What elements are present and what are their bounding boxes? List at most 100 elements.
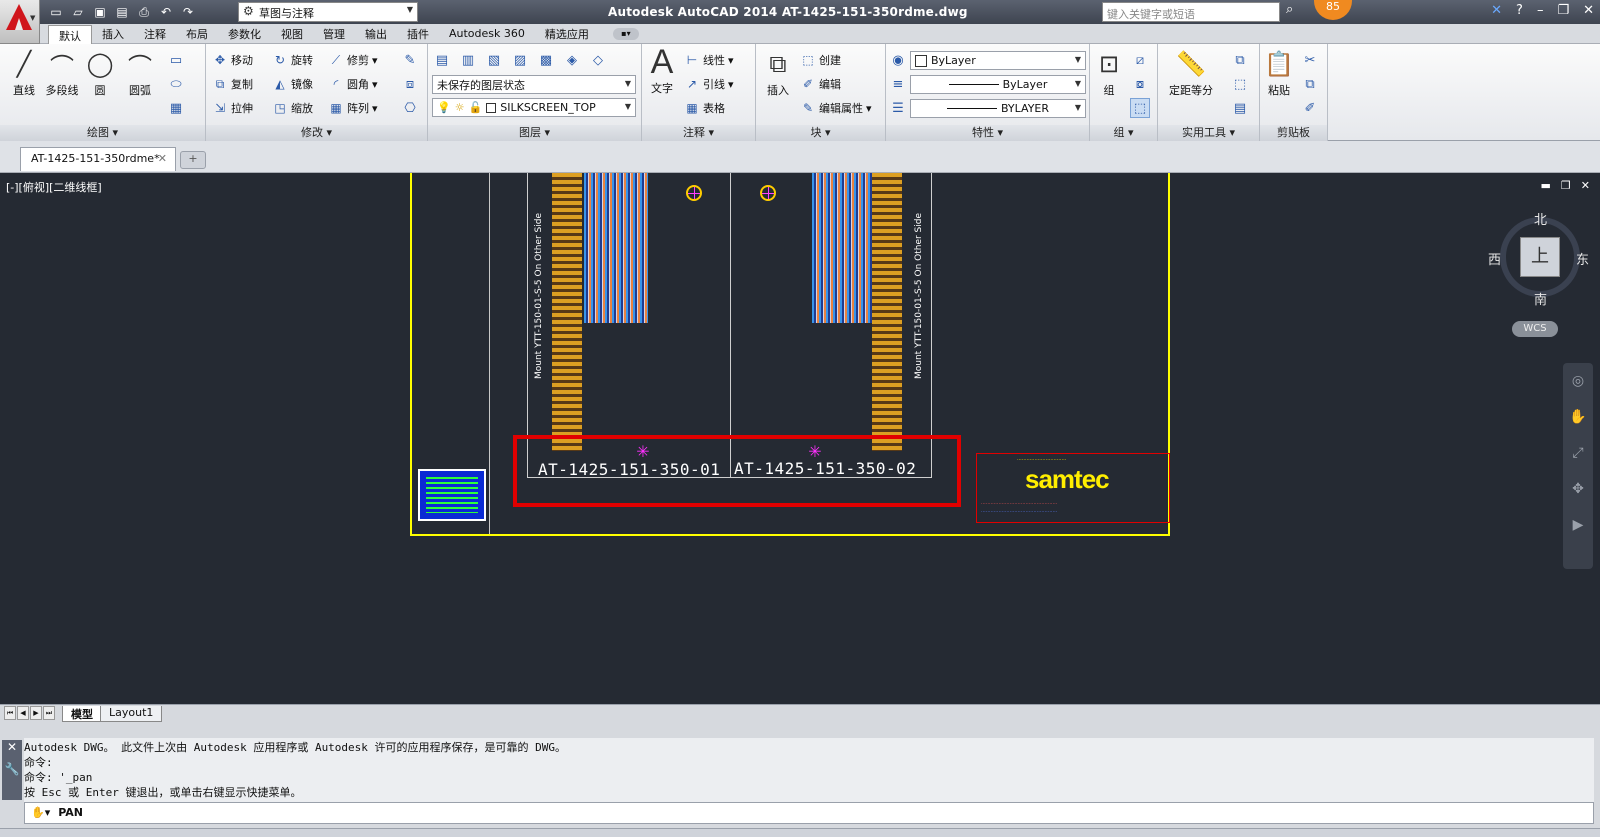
restore-icon[interactable]: ❐ — [1561, 179, 1571, 192]
document-tab[interactable]: AT-1425-151-350rdme* ✕ — [20, 147, 176, 171]
open-icon[interactable]: ▱ — [68, 3, 88, 21]
pan-icon[interactable]: ✋ — [1563, 399, 1593, 435]
compass-west[interactable]: 西 — [1488, 249, 1501, 268]
layer-lock-icon[interactable]: ◇ — [588, 50, 608, 70]
mirror-button[interactable]: ◭ 镜像 — [272, 74, 313, 94]
linear-button[interactable]: ⊢ 线性 ▾ — [684, 50, 734, 70]
rectangle-icon[interactable]: ▭ — [166, 50, 186, 70]
hatch-icon[interactable]: ▦ — [166, 98, 186, 118]
search-input[interactable]: 键入关键字或短语 — [1102, 2, 1280, 22]
save-as-icon[interactable]: ▤ — [112, 3, 132, 21]
next-layout-icon[interactable]: ▶ — [30, 706, 42, 720]
tab-view[interactable]: 视图 — [271, 24, 313, 44]
close-icon[interactable]: ✕ — [158, 152, 167, 165]
group-edit-icon[interactable]: ⧇ — [1130, 74, 1150, 94]
print-icon[interactable]: ⎙ — [134, 3, 154, 21]
compass-north[interactable]: 北 — [1534, 209, 1547, 228]
edit-block-button[interactable]: ✐ 编辑 — [800, 74, 841, 94]
steering-wheel-icon[interactable]: ◎ — [1563, 363, 1593, 399]
minimize-icon[interactable]: ▬ — [1541, 179, 1551, 192]
paste-button[interactable]: 📋 粘贴 — [1262, 48, 1296, 98]
panel-modify-label[interactable]: 修改 ▾ — [206, 125, 427, 141]
new-icon[interactable]: ▭ — [46, 3, 66, 21]
layer-match-icon[interactable]: ▧ — [484, 50, 504, 70]
orbit-icon[interactable]: ✥ — [1563, 471, 1593, 507]
create-block-button[interactable]: ⬚ 创建 — [800, 50, 841, 70]
panel-annotation-label[interactable]: 注释 ▾ — [642, 125, 755, 141]
scale-button[interactable]: ◳ 缩放 — [272, 98, 313, 118]
layer-properties-icon[interactable]: ▤ — [432, 50, 452, 70]
layer-freeze-icon[interactable]: ▩ — [536, 50, 556, 70]
layer-isolate-icon[interactable]: ▨ — [510, 50, 530, 70]
workspace-dropdown[interactable]: ⚙ 草图与注释 ▼ — [238, 2, 418, 22]
wrench-icon[interactable]: 🔧 — [2, 762, 22, 776]
panel-properties-label[interactable]: 特性 ▾ — [886, 125, 1089, 141]
copy-button[interactable]: ⧉ 复制 — [212, 74, 253, 94]
array-button[interactable]: ▦ 阵列 ▾ — [328, 98, 377, 118]
notification-badge[interactable]: 85 — [1314, 0, 1352, 20]
tab-manage[interactable]: 管理 — [313, 24, 355, 44]
match-properties-icon[interactable]: ✐ — [1300, 98, 1320, 118]
ellipse-icon[interactable]: ⬭ — [166, 74, 186, 94]
linetype-dropdown[interactable]: ByLayer ▼ — [910, 75, 1086, 94]
exchange-icon[interactable]: ✕ — [1491, 3, 1502, 18]
binoculars-icon[interactable]: ⌕ — [1286, 2, 1293, 17]
rotate-button[interactable]: ↻ 旋转 — [272, 50, 313, 70]
layer-state-dropdown[interactable]: 未保存的图层状态 ▼ — [432, 75, 636, 94]
move-button[interactable]: ✥ 移动 — [212, 50, 253, 70]
polyline-button[interactable]: ⌒ 多段线 — [42, 48, 82, 98]
cut-icon[interactable]: ✂ — [1300, 50, 1320, 70]
circle-button[interactable]: ◯ 圆 — [82, 48, 118, 98]
panel-block-label[interactable]: 块 ▾ — [756, 125, 885, 141]
leader-button[interactable]: ↗ 引线 ▾ — [684, 74, 734, 94]
fillet-button[interactable]: ◜ 圆角 ▾ — [328, 74, 378, 94]
redo-icon[interactable]: ↷ — [178, 3, 198, 21]
command-input[interactable]: ✋▾ PAN — [24, 802, 1594, 824]
tab-parametric[interactable]: 参数化 — [218, 24, 271, 44]
group-selection-icon[interactable]: ⬚ — [1130, 98, 1150, 118]
tab-featured-apps[interactable]: 精选应用 — [535, 24, 599, 44]
showmotion-icon[interactable]: ▶ — [1563, 507, 1593, 543]
compass-south[interactable]: 南 — [1534, 289, 1547, 308]
insert-button[interactable]: ⧉ 插入 — [760, 48, 796, 98]
copy-clip-icon[interactable]: ⧉ — [1300, 74, 1320, 94]
line-button[interactable]: ╱ 直线 — [4, 48, 44, 98]
compass-east[interactable]: 东 — [1576, 249, 1589, 268]
restore-icon[interactable]: ❐ — [1557, 3, 1569, 18]
minimize-icon[interactable]: – — [1537, 3, 1544, 18]
trim-button[interactable]: ⟋ 修剪 ▾ — [328, 50, 378, 70]
measure-button[interactable]: 📏 定距等分 — [1162, 48, 1220, 98]
panel-draw-label[interactable]: 绘图 ▾ — [0, 125, 205, 141]
stretch-button[interactable]: ⇲ 拉伸 — [212, 98, 253, 118]
close-icon[interactable]: ✕ — [2, 740, 22, 754]
undo-icon[interactable]: ↶ — [156, 3, 176, 21]
viewport-controls-label[interactable]: [-][俯视][二维线框] — [6, 179, 102, 195]
viewcube-top-face[interactable]: 上 — [1520, 237, 1560, 277]
first-layout-icon[interactable]: ⏮ — [4, 706, 16, 720]
help-icon[interactable]: ? — [1516, 3, 1523, 18]
linetype-icon[interactable]: ≡ — [888, 74, 908, 94]
wcs-menu[interactable]: WCS — [1512, 321, 1558, 337]
arc-button[interactable]: ⌒ 圆弧 — [120, 48, 160, 98]
tab-output[interactable]: 输出 — [355, 24, 397, 44]
layer-dropdown[interactable]: 💡 ☼ 🔓 SILKSCREEN_TOP ▼ — [432, 98, 636, 117]
drawing-canvas[interactable]: [-][俯视][二维线框] ▬ ❐ ✕ Mount YTT-150-01-S-5… — [0, 173, 1600, 704]
offset-icon[interactable]: ⎔ — [400, 98, 420, 118]
save-icon[interactable]: ▣ — [90, 3, 110, 21]
tab-layout[interactable]: 布局 — [176, 24, 218, 44]
panel-layers-label[interactable]: 图层 ▾ — [428, 125, 641, 141]
close-icon[interactable]: ✕ — [1583, 3, 1594, 18]
color-wheel-icon[interactable]: ◉ — [888, 50, 908, 70]
prev-layout-icon[interactable]: ◀ — [17, 706, 29, 720]
color-dropdown[interactable]: ByLayer ▼ — [910, 51, 1086, 70]
application-menu-button[interactable]: ▼ — [0, 0, 40, 44]
tab-plugins[interactable]: 插件 — [397, 24, 439, 44]
last-layout-icon[interactable]: ⏭ — [43, 706, 55, 720]
quick-select-icon[interactable]: ⧉ — [1230, 50, 1250, 70]
panel-utilities-label[interactable]: 实用工具 ▾ — [1158, 125, 1259, 141]
tab-layout1[interactable]: Layout1 — [100, 706, 163, 722]
group-button[interactable]: ⊡ 组 — [1092, 48, 1126, 98]
lineweight-icon[interactable]: ☰ — [888, 98, 908, 118]
viewcube[interactable]: 上 北 南 西 东 — [1488, 205, 1590, 308]
select-all-icon[interactable]: ⬚ — [1230, 74, 1250, 94]
